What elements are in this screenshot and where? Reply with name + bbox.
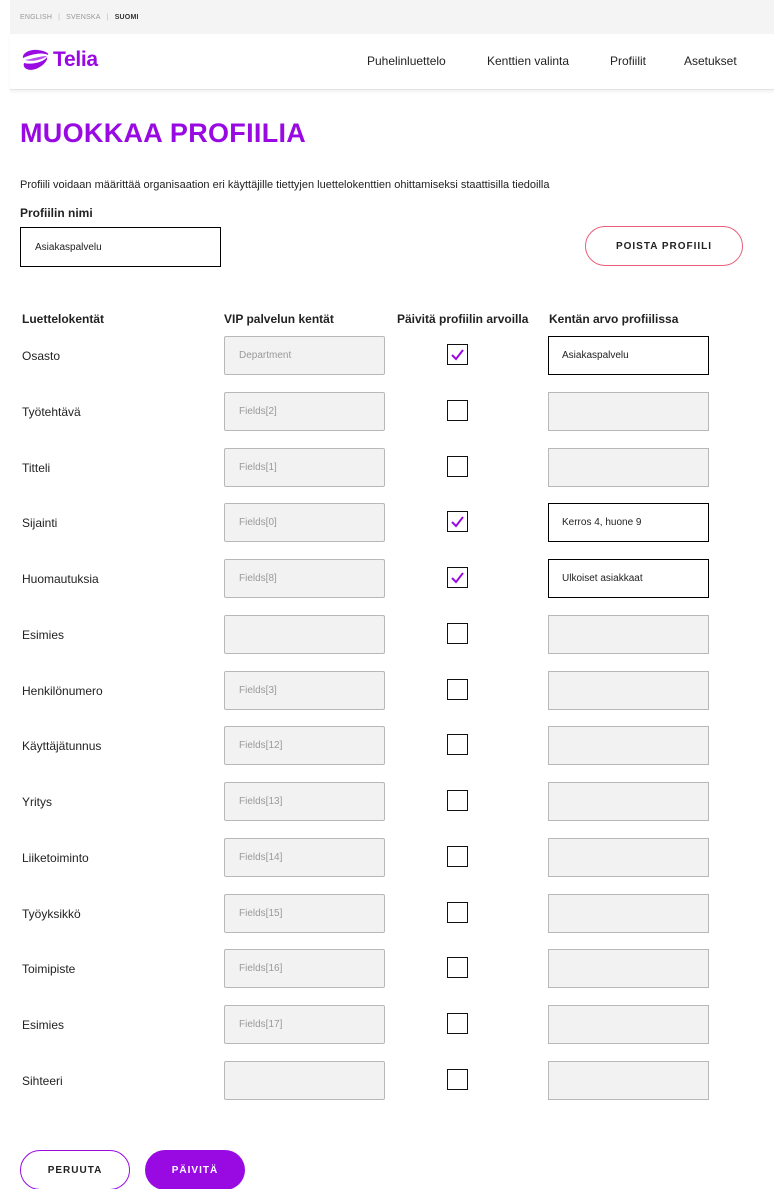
nav-kenttien-valinta[interactable]: Kenttien valinta: [487, 54, 569, 68]
vip-field-input: Fields[13]: [224, 782, 385, 821]
profile-value-input: [548, 949, 709, 988]
vip-field-input: [224, 1061, 385, 1100]
update-checkbox[interactable]: [447, 567, 468, 588]
language-english[interactable]: ENGLISH: [20, 14, 52, 21]
column-header-directory-fields: Luettelokentät: [22, 312, 105, 326]
update-checkbox[interactable]: [447, 623, 468, 644]
vip-field-input: Fields[0]: [224, 503, 385, 542]
update-checkbox[interactable]: [447, 456, 468, 477]
directory-field-label: Toimipiste: [22, 962, 76, 976]
update-checkbox[interactable]: [447, 957, 468, 978]
profile-value-input: [548, 1061, 709, 1100]
table-row: Liiketoiminto Fields[14]: [0, 838, 774, 878]
page-description: Profiili voidaan määrittää organisaation…: [20, 179, 550, 191]
directory-field-label: Liiketoiminto: [22, 851, 89, 865]
language-separator: |: [58, 13, 61, 21]
language-separator: |: [106, 13, 109, 21]
vip-field-input: Fields[2]: [224, 392, 385, 431]
update-checkbox[interactable]: [447, 846, 468, 867]
directory-field-label: Osasto: [22, 349, 61, 363]
vip-field-input: Fields[12]: [224, 726, 385, 765]
page-title: MUOKKAA PROFIILIA: [20, 118, 307, 148]
profile-value-input: [548, 894, 709, 933]
table-row: Käyttäjätunnus Fields[12]: [0, 726, 774, 766]
profile-value-input[interactable]: Asiakaspalvelu: [548, 336, 709, 375]
update-checkbox[interactable]: [447, 344, 468, 365]
directory-field-label: Esimies: [22, 628, 65, 642]
update-checkbox[interactable]: [447, 511, 468, 532]
delete-profile-button[interactable]: POISTA PROFIILI: [585, 226, 743, 266]
directory-field-label: Käyttäjätunnus: [22, 739, 102, 753]
update-checkbox[interactable]: [447, 1069, 468, 1090]
update-checkbox[interactable]: [447, 679, 468, 700]
checkmark-icon: [451, 572, 464, 584]
profile-value-input: [548, 838, 709, 877]
column-header-update-with-profile: Päivitä profiilin arvoilla: [397, 312, 529, 326]
language-svenska[interactable]: SVENSKA: [66, 14, 100, 21]
profile-value-input: [548, 448, 709, 487]
profile-value-input[interactable]: Kerros 4, huone 9: [548, 503, 709, 542]
telia-logo[interactable]: Telia: [20, 46, 98, 74]
table-row: Työtehtävä Fields[2]: [0, 392, 774, 432]
vip-field-input: Fields[15]: [224, 894, 385, 933]
table-row: Sihteeri: [0, 1061, 774, 1101]
update-checkbox[interactable]: [447, 1013, 468, 1034]
directory-field-label: Huomautuksia: [22, 572, 99, 586]
vip-field-input: Fields[14]: [224, 838, 385, 877]
vip-field-input: [224, 615, 385, 654]
update-checkbox[interactable]: [447, 400, 468, 421]
table-row: Titteli Fields[1]: [0, 448, 774, 488]
vip-field-input: Fields[17]: [224, 1005, 385, 1044]
nav-profiilit[interactable]: Profiilit: [610, 54, 646, 68]
profile-value-input: [548, 1005, 709, 1044]
directory-field-label: Henkilönumero: [22, 684, 103, 698]
directory-field-label: Titteli: [22, 461, 51, 475]
directory-field-label: Työyksikkö: [22, 907, 81, 921]
table-row: Työyksikkö Fields[15]: [0, 894, 774, 934]
brand-name: Telia: [53, 48, 98, 71]
vip-field-input: Fields[16]: [224, 949, 385, 988]
checkmark-icon: [451, 349, 464, 361]
language-bar: ENGLISH | SVENSKA | SUOMI: [10, 0, 774, 34]
profile-value-input: [548, 782, 709, 821]
checkmark-icon: [451, 516, 464, 528]
profile-value-input: [548, 392, 709, 431]
table-row: Huomautuksia Fields[8] Ulkoiset asiakkaat: [0, 559, 774, 599]
nav-puhelinluettelo[interactable]: Puhelinluettelo: [367, 54, 446, 68]
table-row: Henkilönumero Fields[3]: [0, 671, 774, 711]
profile-value-input[interactable]: Ulkoiset asiakkaat: [548, 559, 709, 598]
table-row: Yritys Fields[13]: [0, 782, 774, 822]
top-header: Telia Puhelinluettelo Kenttien valinta P…: [10, 34, 774, 90]
directory-field-label: Esimies: [22, 1018, 65, 1032]
profile-value-input: [548, 726, 709, 765]
vip-field-input: Department: [224, 336, 385, 375]
table-row: Osasto Department Asiakaspalvelu: [0, 336, 774, 376]
table-row: Esimies: [0, 615, 774, 655]
vip-field-input: Fields[1]: [224, 448, 385, 487]
directory-field-label: Yritys: [22, 795, 52, 809]
directory-field-label: Sijainti: [22, 516, 58, 530]
telia-pebble-icon: [22, 49, 49, 70]
cancel-button[interactable]: PERUUTA: [20, 1150, 130, 1189]
table-row: Toimipiste Fields[16]: [0, 949, 774, 989]
vip-field-input: Fields[8]: [224, 559, 385, 598]
update-button[interactable]: PÄIVITÄ: [145, 1150, 245, 1189]
table-row: Sijainti Fields[0] Kerros 4, huone 9: [0, 503, 774, 543]
table-row: Esimies Fields[17]: [0, 1005, 774, 1045]
nav-asetukset[interactable]: Asetukset: [684, 54, 737, 68]
update-checkbox[interactable]: [447, 790, 468, 811]
profile-name-input[interactable]: Asiakaspalvelu: [20, 227, 221, 267]
directory-field-label: Sihteeri: [22, 1074, 63, 1088]
language-suomi[interactable]: SUOMI: [115, 14, 139, 21]
profile-name-label: Profiilin nimi: [20, 206, 93, 220]
vip-field-input: Fields[3]: [224, 671, 385, 710]
profile-value-input: [548, 615, 709, 654]
column-header-profile-value: Kentän arvo profiilissa: [549, 312, 679, 326]
update-checkbox[interactable]: [447, 902, 468, 923]
profile-value-input: [548, 671, 709, 710]
directory-field-label: Työtehtävä: [22, 405, 81, 419]
column-header-vip-fields: VIP palvelun kentät: [224, 312, 334, 326]
update-checkbox[interactable]: [447, 734, 468, 755]
